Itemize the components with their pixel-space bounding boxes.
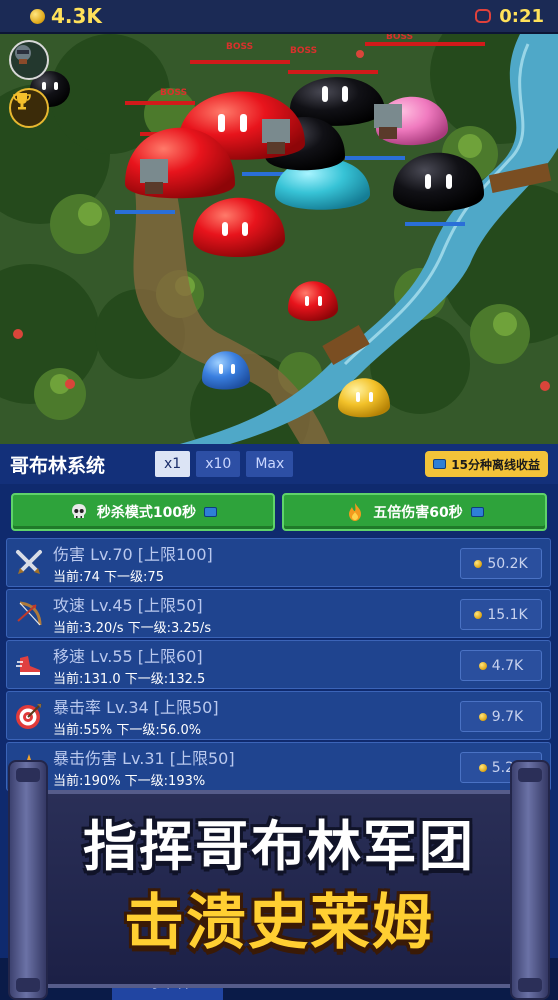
offline-reward-label: 15分种离线收益: [451, 457, 540, 472]
upgrade-cost-button[interactable]: 50.2K: [460, 548, 542, 579]
game-screen: 4.3K 0:21 BOSS BOSS BOSS BOSS 哥布林系统 x1 x…: [0, 0, 558, 1000]
instant-kill-label: 秒杀模式100秒: [96, 505, 197, 521]
round-timer: 0:21: [475, 6, 544, 27]
trophy-icon: [13, 93, 31, 110]
coin-icon: [30, 8, 45, 24]
upgrade-name: 移速 Lv.55 [上限60]: [53, 647, 203, 666]
sword-icon: [13, 547, 45, 579]
five-times-damage-button[interactable]: 五倍伤害60秒: [282, 493, 547, 531]
coin-icon: [478, 712, 487, 721]
upgrade-name: 伤害 Lv.70 [上限100]: [53, 545, 213, 564]
boot-icon: [13, 649, 45, 681]
upgrade-cost: 9.7K: [491, 708, 524, 725]
top-status-bar: 4.3K 0:21: [0, 0, 558, 34]
banner-headline: 指挥哥布林军团: [83, 815, 475, 878]
timer-value: 0:21: [499, 5, 544, 27]
video-ad-icon: [204, 507, 218, 517]
target-icon: [13, 700, 45, 732]
upgrade-row-attack-speed: 攻速 Lv.45 [上限50] 当前:3.20/s 下一级:3.25/s 15.…: [6, 589, 551, 638]
alarm-clock-icon: [475, 9, 492, 23]
boss-label: BOSS: [226, 42, 254, 52]
gold-amount: 4.3K: [51, 4, 102, 28]
upgrade-row-damage: 伤害 Lv.70 [上限100] 当前:74 下一级:75 50.2K: [6, 538, 551, 587]
upgrade-cost: 15.1K: [487, 606, 528, 623]
video-ad-icon: [470, 507, 484, 517]
achievement-button[interactable]: [9, 88, 49, 128]
gold-counter: 4.3K: [30, 4, 102, 28]
upgrade-cost-button[interactable]: 9.7K: [460, 701, 542, 732]
instant-kill-mode-button[interactable]: 秒杀模式100秒: [11, 493, 275, 531]
battle-scene[interactable]: BOSS BOSS BOSS BOSS: [0, 34, 558, 444]
promo-scroll-banner: 指挥哥布林军团 击溃史莱姆: [0, 760, 558, 1000]
goblin-avatar-button[interactable]: [9, 40, 49, 80]
multiplier-max-button[interactable]: Max: [246, 451, 294, 477]
offline-reward-button[interactable]: 15分种离线收益: [425, 451, 548, 477]
bow-icon: [13, 598, 45, 630]
multiplier-x10-button[interactable]: x10: [196, 451, 241, 477]
boss-label: BOSS: [290, 46, 318, 56]
upgrade-detail: 当前:74 下一级:75: [53, 570, 164, 585]
upgrade-detail: 当前:3.20/s 下一级:3.25/s: [53, 621, 212, 636]
five-times-damage-label: 五倍伤害60秒: [373, 505, 463, 521]
goblin-avatar-icon: [15, 45, 31, 64]
upgrade-cost-button[interactable]: 15.1K: [460, 599, 542, 630]
system-title: 哥布林系统: [10, 454, 106, 477]
banner-subheadline: 击溃史莱姆: [124, 888, 434, 958]
multiplier-x1-button[interactable]: x1: [155, 451, 191, 477]
upgrade-cost: 50.2K: [487, 555, 528, 572]
coin-icon: [474, 610, 483, 619]
boss-label: BOSS: [386, 34, 414, 42]
goblin-system-bar: 哥布林系统 x1 x10 Max 15分种离线收益: [0, 444, 558, 484]
upgrade-cost-button[interactable]: 4.7K: [460, 650, 542, 681]
skull-icon: [71, 504, 86, 518]
coin-icon: [478, 661, 487, 670]
fire-icon: [349, 503, 362, 521]
upgrade-detail: 当前:131.0 下一级:132.5: [53, 672, 206, 687]
upgrade-detail: 当前:55% 下一级:56.0%: [53, 723, 202, 738]
forest-map: [0, 34, 558, 444]
coin-icon: [474, 559, 483, 568]
boss-label: BOSS: [160, 88, 188, 98]
upgrade-cost: 4.7K: [491, 657, 524, 674]
upgrade-row-crit-rate: 暴击率 Lv.34 [上限50] 当前:55% 下一级:56.0% 9.7K: [6, 691, 551, 740]
video-ad-icon: [433, 459, 447, 469]
upgrade-name: 暴击率 Lv.34 [上限50]: [53, 698, 219, 717]
upgrade-name: 攻速 Lv.45 [上限50]: [53, 596, 203, 615]
upgrade-row-move-speed: 移速 Lv.55 [上限60] 当前:131.0 下一级:132.5 4.7K: [6, 640, 551, 689]
